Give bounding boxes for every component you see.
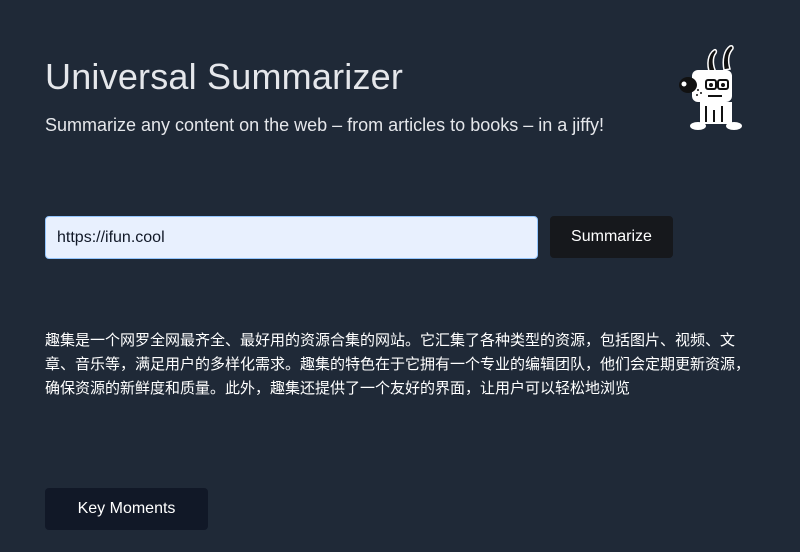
page-title: Universal Summarizer	[45, 56, 404, 97]
dog-mascot-icon	[679, 45, 742, 130]
url-input[interactable]	[45, 216, 538, 259]
page-subtitle: Summarize any content on the web – from …	[45, 115, 604, 135]
key-moments-button[interactable]: Key Moments	[45, 488, 208, 530]
summarize-button[interactable]: Summarize	[550, 216, 673, 258]
summary-text: 趣集是一个网罗全网最齐全、最好用的资源合集的网站。它汇集了各种类型的资源，包括图…	[45, 331, 751, 397]
